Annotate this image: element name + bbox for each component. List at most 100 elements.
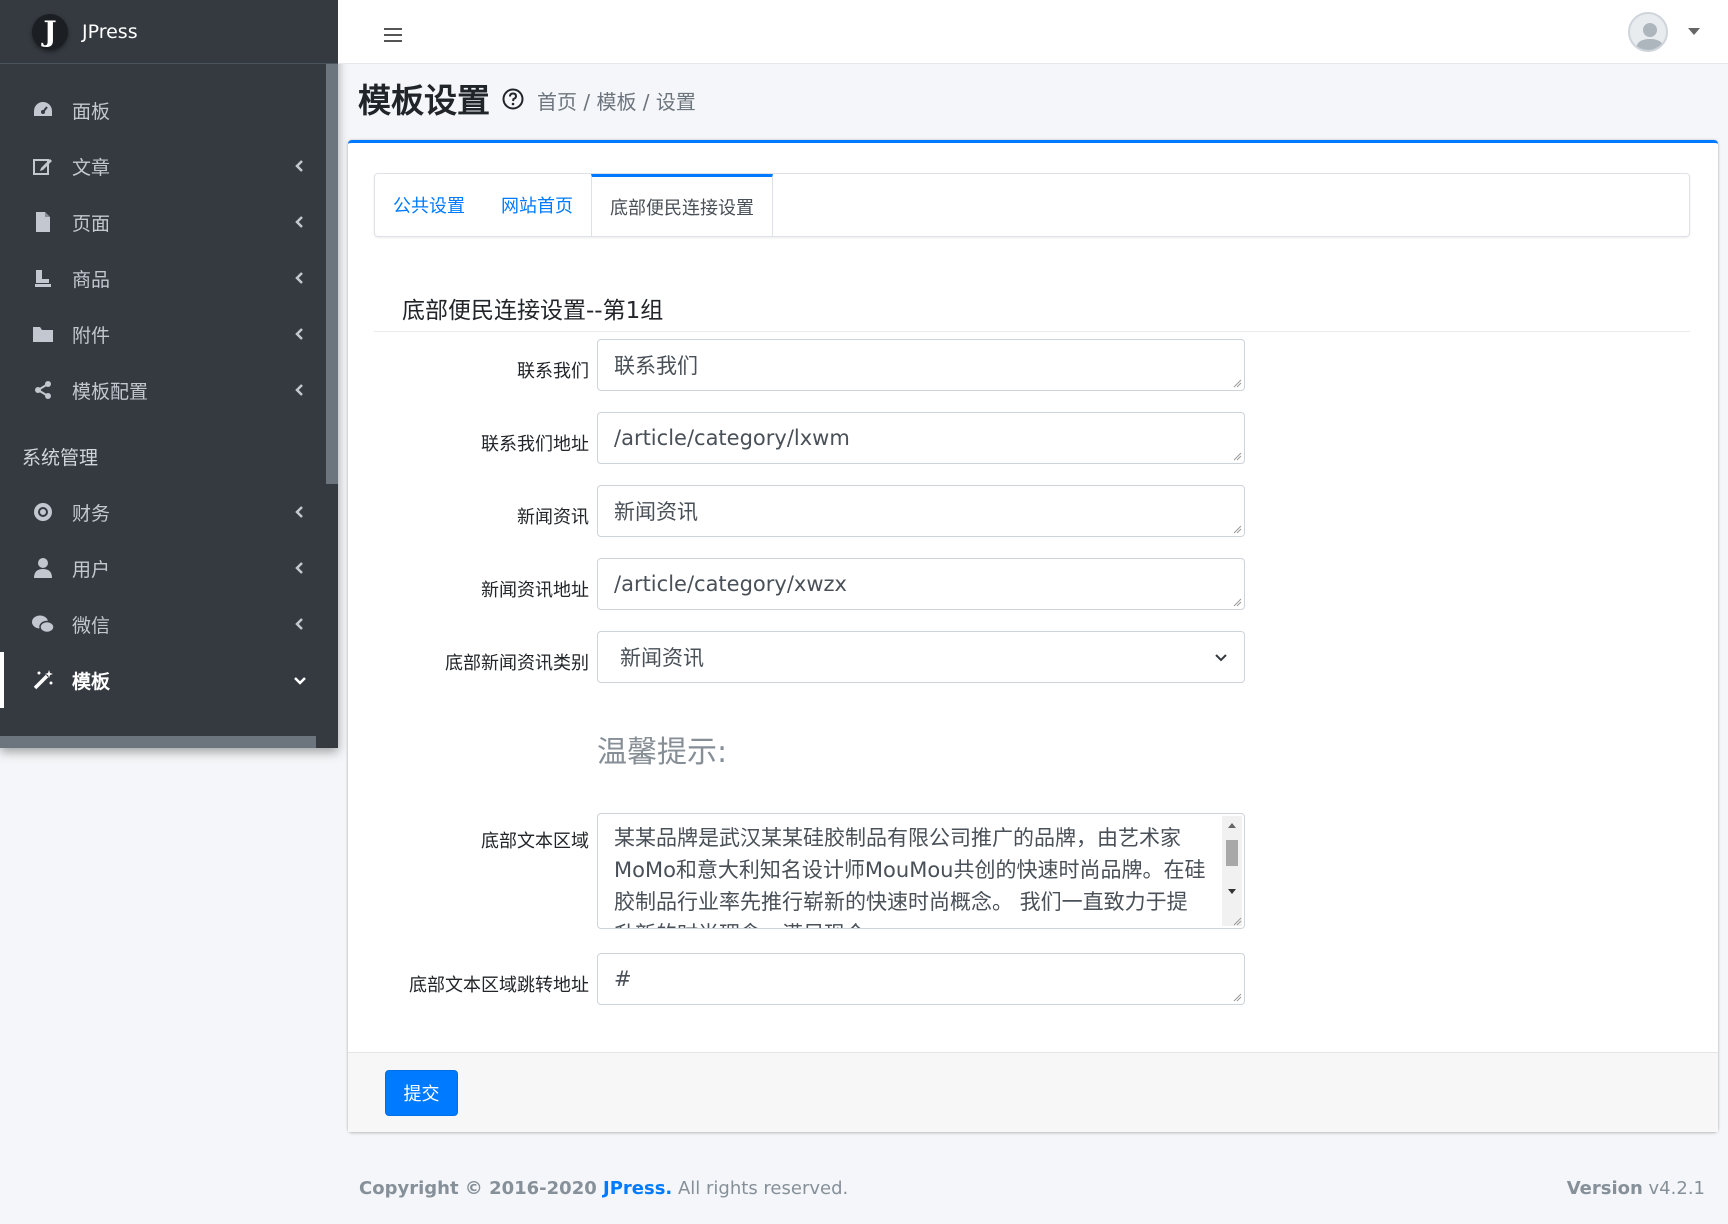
chevron-left-icon	[295, 216, 303, 228]
scrollbar-thumb[interactable]	[1226, 840, 1238, 866]
news-input-value: 新闻资讯	[614, 500, 698, 524]
settings-card: 公共设置 网站首页 底部便民连接设置 底部便民连接设置--第1组 联系我们 联系…	[348, 140, 1718, 1132]
sidebar-item-label: 微信	[72, 614, 111, 637]
tab-public-settings[interactable]: 公共设置	[375, 174, 483, 236]
sidebar-item-label: 附件	[72, 324, 111, 347]
sidebar-nav: 面板 文章 页面 商品 附件 模板配置 系统管理 财务 用户 微信 模板	[0, 82, 326, 708]
breadcrumb-separator: /	[577, 90, 597, 114]
sidebar-item-label: 商品	[72, 268, 111, 291]
dashboard-icon	[32, 99, 54, 121]
file-icon	[32, 211, 54, 233]
wechat-icon	[32, 613, 54, 635]
section-divider	[374, 331, 1690, 332]
tab-footer-links[interactable]: 底部便民连接设置	[591, 174, 773, 236]
copyright-text: Copyright © 2016-2020	[359, 1178, 604, 1199]
sidebar: J JPress 面板 文章 页面 商品 附件 模板配置 系统管理 财务 用户 …	[0, 0, 338, 748]
menu-toggle-icon[interactable]	[384, 28, 402, 46]
brand-logo: J	[32, 13, 68, 50]
top-navbar	[338, 0, 1728, 64]
breadcrumb-home[interactable]: 首页	[537, 90, 577, 114]
resize-grip-icon[interactable]	[1232, 524, 1242, 534]
sidebar-item-dashboard[interactable]: 面板	[0, 82, 326, 138]
textarea-scrollbar[interactable]	[1222, 816, 1242, 926]
contact-label: 联系我们	[517, 361, 589, 382]
section-title: 底部便民连接设置--第1组	[402, 298, 664, 324]
sidebar-section-header: 系统管理	[22, 446, 99, 469]
footer-brand-link[interactable]: JPress.	[603, 1178, 672, 1199]
version-number: v4.2.1	[1642, 1178, 1705, 1199]
sidebar-item-finance[interactable]: 财务	[0, 484, 326, 540]
footer-text-label: 底部文本区域	[481, 831, 589, 852]
sidebar-item-articles[interactable]: 文章	[0, 138, 326, 194]
footer-text-value: 某某品牌是武汉某某硅胶制品有限公司推广的品牌，由艺术家MoMo和意大利知名设计师…	[614, 826, 1206, 928]
chevron-left-icon	[295, 272, 303, 284]
version-info: Version v4.2.1	[1567, 1178, 1705, 1199]
sidebar-item-template[interactable]: 模板	[0, 652, 326, 708]
share-icon	[32, 379, 54, 401]
sidebar-item-label: 页面	[72, 212, 111, 235]
news-url-input-value: /article/category/xwzx	[614, 572, 847, 596]
news-category-label: 底部新闻资讯类别	[445, 653, 589, 674]
folder-icon	[32, 323, 54, 345]
contact-input[interactable]: 联系我们	[597, 339, 1245, 391]
breadcrumb-template[interactable]: 模板	[596, 90, 636, 114]
tab-home-page[interactable]: 网站首页	[483, 174, 591, 236]
contact-input-value: 联系我们	[614, 354, 698, 378]
submit-button[interactable]: 提交	[385, 1070, 458, 1116]
card-footer: 提交	[348, 1052, 1718, 1132]
sidebar-item-attachments[interactable]: 附件	[0, 306, 326, 362]
chevron-left-icon	[295, 562, 303, 574]
sidebar-item-products[interactable]: 商品	[0, 250, 326, 306]
resize-grip-icon[interactable]	[1232, 378, 1242, 388]
news-label: 新闻资讯	[517, 507, 589, 528]
edit-icon	[32, 155, 54, 177]
contact-url-input-value: /article/category/lxwm	[614, 426, 850, 450]
sidebar-horizontal-scrollbar[interactable]	[0, 736, 316, 748]
breadcrumb: 首页 / 模板 / 设置	[537, 86, 696, 115]
magic-icon	[32, 669, 54, 691]
sidebar-item-label: 模板	[72, 670, 111, 693]
sidebar-item-wechat[interactable]: 微信	[0, 596, 326, 652]
news-url-label: 新闻资讯地址	[481, 580, 589, 601]
rights-text: All rights reserved.	[672, 1178, 849, 1199]
news-category-select-value: 新闻资讯	[620, 646, 704, 670]
contact-url-input[interactable]: /article/category/lxwm	[597, 412, 1245, 464]
resize-grip-icon[interactable]	[1232, 451, 1242, 461]
footer-text-textarea[interactable]: 某某品牌是武汉某某硅胶制品有限公司推广的品牌，由艺术家MoMo和意大利知名设计师…	[597, 813, 1245, 929]
scroll-up-icon[interactable]	[1227, 821, 1237, 829]
page-title: 模板设置	[358, 81, 490, 120]
news-url-input[interactable]: /article/category/xwzx	[597, 558, 1245, 610]
sidebar-item-label: 用户	[72, 558, 111, 581]
jump-url-input-value: #	[614, 967, 632, 991]
sidebar-item-users[interactable]: 用户	[0, 540, 326, 596]
breadcrumb-separator: /	[636, 90, 656, 114]
sidebar-item-template-config[interactable]: 模板配置	[0, 362, 326, 418]
user-menu-caret-icon[interactable]	[1688, 28, 1700, 35]
jump-url-input[interactable]: #	[597, 953, 1245, 1005]
sidebar-item-label: 文章	[72, 156, 111, 179]
version-label: Version	[1566, 1178, 1643, 1199]
tip-heading: 温馨提示:	[597, 735, 728, 770]
resize-grip-icon[interactable]	[1232, 597, 1242, 607]
product-icon	[32, 267, 54, 289]
finance-icon	[32, 501, 54, 523]
chevron-down-icon	[1215, 654, 1227, 662]
chevron-left-icon	[295, 506, 303, 518]
resize-grip-icon[interactable]	[1232, 992, 1242, 1002]
resize-grip-icon[interactable]	[1232, 916, 1242, 926]
news-input[interactable]: 新闻资讯	[597, 485, 1245, 537]
sidebar-scrollbar[interactable]	[326, 64, 338, 484]
help-icon[interactable]	[502, 88, 524, 110]
news-category-select[interactable]: 新闻资讯	[597, 631, 1245, 683]
sidebar-item-label: 模板配置	[72, 380, 149, 403]
breadcrumb-current: 设置	[655, 90, 696, 114]
sidebar-item-pages[interactable]: 页面	[0, 194, 326, 250]
tab-bar: 公共设置 网站首页 底部便民连接设置	[374, 173, 1690, 237]
avatar[interactable]	[1628, 12, 1668, 52]
user-icon	[32, 557, 54, 579]
scroll-down-icon[interactable]	[1227, 888, 1237, 896]
brand-name: JPress	[82, 20, 138, 43]
brand[interactable]: J JPress	[0, 0, 338, 64]
jump-url-label: 底部文本区域跳转地址	[409, 975, 589, 996]
chevron-down-icon	[294, 677, 306, 685]
